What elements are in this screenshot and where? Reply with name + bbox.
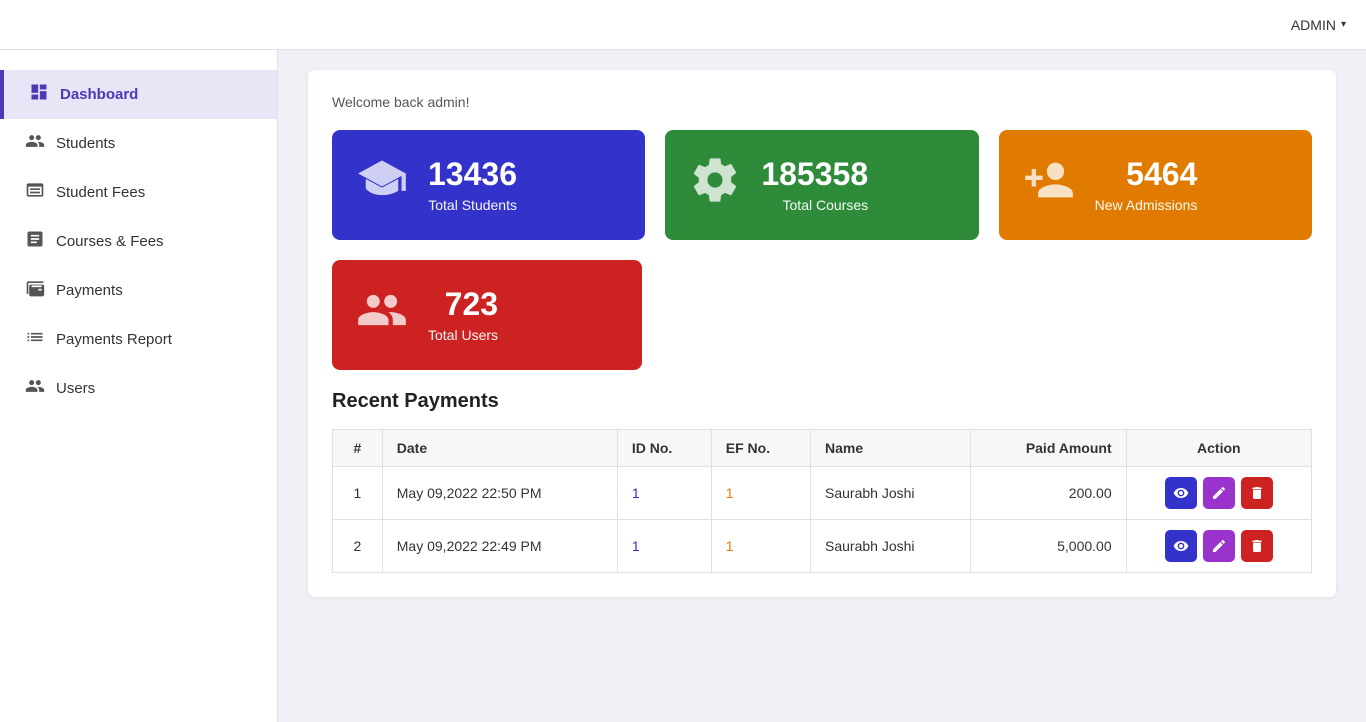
cell-action-2 [1126, 520, 1311, 573]
col-date: Date [382, 430, 617, 467]
col-id-no: ID No. [617, 430, 711, 467]
sidebar-item-dashboard[interactable]: Dashboard [0, 70, 277, 119]
new-admissions-label: New Admissions [1095, 197, 1198, 213]
total-courses-label: Total Courses [783, 197, 869, 213]
stats-row-2: 723 Total Users [332, 260, 1312, 370]
graduation-icon [356, 154, 408, 217]
sidebar-item-courses-fees[interactable]: Courses & Fees [0, 217, 277, 266]
cell-id-2: 1 [617, 520, 711, 573]
cell-date-2: May 09,2022 22:49 PM [382, 520, 617, 573]
cell-num-2: 2 [333, 520, 383, 573]
cell-amount-2: 5,000.00 [971, 520, 1126, 573]
new-admissions-number: 5464 [1126, 157, 1197, 192]
total-students-number: 13436 [428, 157, 517, 192]
stat-info-total-courses: 185358 Total Courses [761, 157, 868, 212]
gear-icon [689, 154, 741, 217]
view-button-1[interactable] [1165, 477, 1197, 509]
stat-info-new-admissions: 5464 New Admissions [1095, 157, 1198, 212]
cell-amount-1: 200.00 [971, 467, 1126, 520]
courses-fees-icon [24, 229, 46, 254]
cell-name-2: Saurabh Joshi [811, 520, 971, 573]
stat-card-total-courses: 185358 Total Courses [665, 130, 978, 240]
sidebar-item-payments-report[interactable]: Payments Report [0, 315, 277, 364]
sidebar-item-users[interactable]: Users [0, 364, 277, 413]
stats-row-1: 13436 Total Students 185358 Total Course… [332, 130, 1312, 240]
chevron-down-icon: ▾ [1341, 19, 1346, 30]
stat-info-total-users: 723 Total Users [428, 287, 498, 342]
payments-report-icon [24, 327, 46, 352]
cell-id-1: 1 [617, 467, 711, 520]
admin-dropdown[interactable]: ADMIN ▾ [1291, 17, 1346, 33]
sidebar-label-courses-fees: Courses & Fees [56, 233, 164, 250]
total-users-number: 723 [445, 287, 498, 322]
edit-button-1[interactable] [1203, 477, 1235, 509]
table-row: 1 May 09,2022 22:50 PM 1 1 Saurabh Joshi… [333, 467, 1312, 520]
admin-label: ADMIN [1291, 17, 1336, 33]
recent-payments-title: Recent Payments [332, 390, 1312, 413]
action-buttons-2 [1141, 530, 1297, 562]
sidebar-item-student-fees[interactable]: Student Fees [0, 168, 277, 217]
sidebar-label-students: Students [56, 135, 115, 152]
delete-button-1[interactable] [1241, 477, 1273, 509]
total-students-label: Total Students [428, 197, 517, 213]
sidebar-item-payments[interactable]: Payments [0, 266, 277, 315]
users-group-icon [356, 284, 408, 347]
users-icon [24, 376, 46, 401]
cell-action-1 [1126, 467, 1311, 520]
col-action: Action [1126, 430, 1311, 467]
cell-name-1: Saurabh Joshi [811, 467, 971, 520]
sidebar-item-students[interactable]: Students [0, 119, 277, 168]
table-row: 2 May 09,2022 22:49 PM 1 1 Saurabh Joshi… [333, 520, 1312, 573]
layout: Dashboard Students Student Fees Courses … [0, 50, 1366, 722]
col-paid-amount: Paid Amount [971, 430, 1126, 467]
payments-table: # Date ID No. EF No. Name Paid Amount Ac… [332, 429, 1312, 573]
user-plus-icon [1023, 154, 1075, 217]
cell-ef-2: 1 [711, 520, 810, 573]
cell-date-1: May 09,2022 22:50 PM [382, 467, 617, 520]
stat-card-total-students: 13436 Total Students [332, 130, 645, 240]
stat-card-total-users: 723 Total Users [332, 260, 642, 370]
topbar: ADMIN ▾ [0, 0, 1366, 50]
col-ef-no: EF No. [711, 430, 810, 467]
col-num: # [333, 430, 383, 467]
main-content: Welcome back admin! 13436 Total Students [278, 50, 1366, 722]
payments-icon [24, 278, 46, 303]
cell-num-1: 1 [333, 467, 383, 520]
edit-button-2[interactable] [1203, 530, 1235, 562]
sidebar-label-payments-report: Payments Report [56, 331, 172, 348]
content-card: Welcome back admin! 13436 Total Students [308, 70, 1336, 597]
stat-card-new-admissions: 5464 New Admissions [999, 130, 1312, 240]
sidebar-label-payments: Payments [56, 282, 123, 299]
sidebar: Dashboard Students Student Fees Courses … [0, 50, 278, 722]
view-button-2[interactable] [1165, 530, 1197, 562]
welcome-text: Welcome back admin! [332, 94, 1312, 110]
student-fees-icon [24, 180, 46, 205]
delete-button-2[interactable] [1241, 530, 1273, 562]
dashboard-icon [28, 82, 50, 107]
total-courses-number: 185358 [761, 157, 868, 192]
total-users-label: Total Users [428, 327, 498, 343]
sidebar-label-dashboard: Dashboard [60, 86, 138, 103]
students-icon [24, 131, 46, 156]
sidebar-label-users: Users [56, 380, 95, 397]
col-name: Name [811, 430, 971, 467]
cell-ef-1: 1 [711, 467, 810, 520]
table-header: # Date ID No. EF No. Name Paid Amount Ac… [333, 430, 1312, 467]
action-buttons-1 [1141, 477, 1297, 509]
payments-table-body: 1 May 09,2022 22:50 PM 1 1 Saurabh Joshi… [333, 467, 1312, 573]
sidebar-label-student-fees: Student Fees [56, 184, 145, 201]
stat-info-total-students: 13436 Total Students [428, 157, 517, 212]
